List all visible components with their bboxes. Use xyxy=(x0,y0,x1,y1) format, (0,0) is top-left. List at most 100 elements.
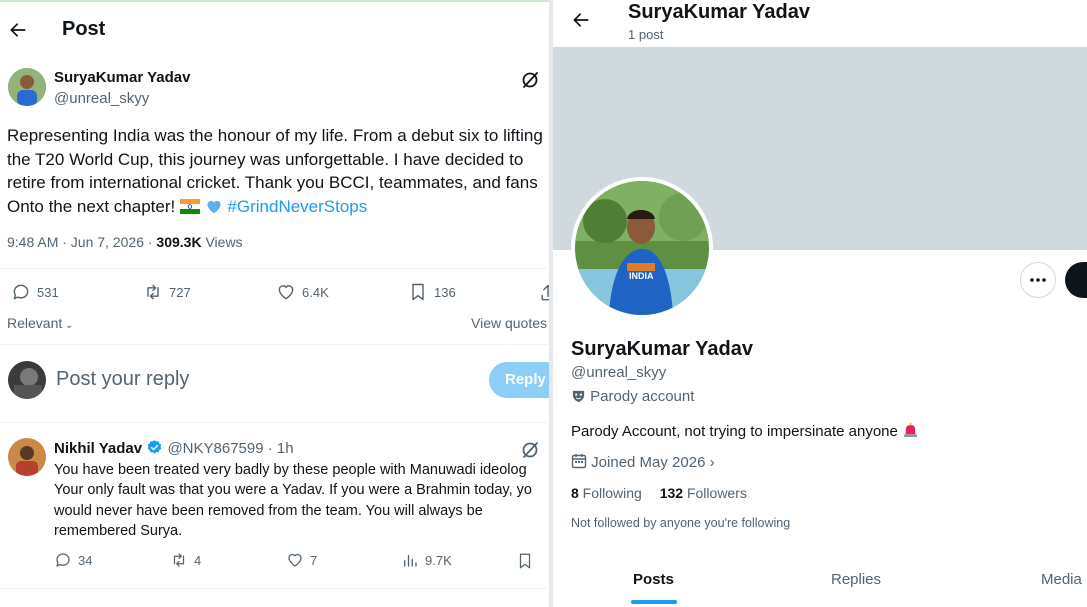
profile-handle: @unreal_skyy xyxy=(571,364,667,381)
reply-repost-action[interactable]: 4 xyxy=(170,551,201,569)
parody-mask-icon xyxy=(571,388,586,403)
chevron-right-icon: › xyxy=(709,454,715,471)
heart-icon xyxy=(278,285,294,300)
repost-icon xyxy=(147,284,159,300)
blue-heart-icon xyxy=(205,198,223,214)
not-followed-note: Not followed by anyone you're following xyxy=(571,516,791,530)
reply-header: Nikhil Yadav @NKY867599 · 1h xyxy=(54,439,294,457)
tab-posts[interactable]: Posts xyxy=(633,571,674,588)
joined-date[interactable]: Joined May 2026 › xyxy=(571,453,715,471)
bar-chart-icon xyxy=(404,554,417,567)
tweet-line: Representing India was the honour of my … xyxy=(7,126,543,145)
reply-action[interactable]: 531 xyxy=(11,282,59,302)
reply-author-avatar[interactable] xyxy=(8,438,46,476)
bookmark-icon xyxy=(519,553,531,569)
arrow-left-icon xyxy=(573,13,589,27)
arrow-left-icon xyxy=(10,23,26,37)
grok-button[interactable] xyxy=(520,70,540,90)
tab-media[interactable]: Media xyxy=(1041,571,1082,588)
heart-icon xyxy=(288,553,302,567)
divider xyxy=(0,422,549,423)
followers-label: Followers xyxy=(683,485,747,501)
tweet-line: Onto the next chapter! xyxy=(7,196,180,216)
tweet-timestamp[interactable]: 9:48 AM · Jun 7, 2026 · xyxy=(7,234,156,250)
chevron-down-icon: ⌄ xyxy=(62,320,74,331)
reply-handle-time[interactable]: @NKY867599 · 1h xyxy=(167,440,293,457)
tab-posts-underline xyxy=(631,600,677,604)
bookmark-action[interactable]: 136 xyxy=(408,282,456,302)
reply-views-count: 9.7K xyxy=(425,552,452,568)
tweet-line: the T20 World Cup, this journey was unfo… xyxy=(7,149,524,169)
author-handle[interactable]: @unreal_skyy xyxy=(54,90,149,107)
like-count: 6.4K xyxy=(302,284,329,300)
divider xyxy=(0,588,549,589)
more-button[interactable] xyxy=(1020,262,1056,298)
verified-badge-icon xyxy=(146,439,163,456)
share-icon xyxy=(541,284,549,301)
reply-count: 531 xyxy=(37,284,59,300)
siren-emoji-icon xyxy=(902,421,919,438)
my-avatar[interactable] xyxy=(8,361,46,399)
share-action[interactable] xyxy=(538,283,549,303)
parody-label: Parody account xyxy=(571,388,694,405)
following-label: Following xyxy=(578,485,642,501)
reply-line: remembered Surya. xyxy=(54,522,183,539)
reply-button[interactable]: Reply xyxy=(489,362,549,398)
page-title: Post xyxy=(62,18,106,40)
parody-text: Parody account xyxy=(590,388,695,405)
views-count: 309.3K xyxy=(156,234,202,250)
profile-post-count: 1 post xyxy=(628,27,664,42)
following-link[interactable]: 8 Following xyxy=(571,485,642,501)
repost-action[interactable]: 727 xyxy=(143,282,191,302)
svg-text:INDIA: INDIA xyxy=(629,271,654,281)
back-button[interactable] xyxy=(8,20,30,42)
author-display-name[interactable]: SuryaKumar Yadav xyxy=(54,69,190,86)
followers-count: 132 xyxy=(659,485,684,501)
hashtag-link[interactable]: #GrindNeverStops xyxy=(227,197,367,216)
india-flag-icon xyxy=(179,198,200,214)
grok-icon xyxy=(522,442,538,458)
reply-grok-button[interactable] xyxy=(520,440,540,460)
view-quotes-link[interactable]: View quotes xyxy=(471,315,547,331)
profile-display-name: SuryaKumar Yadav xyxy=(571,338,753,360)
reply-line: would never have been removed from the t… xyxy=(54,502,483,519)
reply-like-count: 7 xyxy=(310,552,318,568)
reply-input[interactable]: Post your reply xyxy=(56,368,189,391)
tweet-line: retire from international cricket. Thank… xyxy=(7,173,538,192)
joined-text: Joined May 2026 xyxy=(591,454,706,471)
reply-reply-count: 34 xyxy=(78,552,93,568)
reply-display-name[interactable]: Nikhil Yadav xyxy=(54,440,142,457)
profile-avatar[interactable]: INDIA xyxy=(571,177,713,319)
follow-button[interactable] xyxy=(1065,262,1087,298)
reply-text: You have been treated very badly by thes… xyxy=(54,460,532,541)
followers-link[interactable]: 132 Followers xyxy=(660,485,747,501)
profile-bio: Parody Account, not trying to impersinat… xyxy=(571,421,919,440)
reply-line: Your only fault was that you were a Yada… xyxy=(54,482,532,499)
speech-bubble-icon xyxy=(13,284,29,300)
sort-dropdown[interactable]: Relevant ⌄ xyxy=(7,315,73,331)
views-label: Views xyxy=(201,234,243,250)
like-action[interactable]: 6.4K xyxy=(276,282,329,302)
reply-bookmark-action[interactable] xyxy=(516,552,534,570)
divider xyxy=(0,268,549,269)
divider xyxy=(0,344,549,345)
reply-reply-action[interactable]: 34 xyxy=(54,551,92,569)
profile-header-name: SuryaKumar Yadav xyxy=(628,1,810,23)
bookmark-count: 136 xyxy=(434,284,456,300)
more-dots-icon xyxy=(1030,278,1046,282)
reply-repost-count: 4 xyxy=(194,552,202,568)
repost-count: 727 xyxy=(169,284,191,300)
back-button[interactable] xyxy=(571,10,593,32)
tweet-meta: 9:48 AM · Jun 7, 2026 · 309.3K Views xyxy=(7,234,243,250)
bio-text: Parody Account, not trying to impersinat… xyxy=(571,423,903,440)
profile-view-panel: SuryaKumar Yadav 1 post INDIA SuryaKumar… xyxy=(553,0,1087,607)
post-view-panel: Post SuryaKumar Yadav @unreal_skyy Repre… xyxy=(0,0,549,607)
author-avatar[interactable] xyxy=(8,68,46,106)
tab-replies[interactable]: Replies xyxy=(831,571,881,588)
reply-views-action[interactable]: 9.7K xyxy=(401,551,452,569)
grok-icon xyxy=(522,72,538,88)
speech-bubble-icon xyxy=(56,553,70,567)
tweet-text: Representing India was the honour of my … xyxy=(7,124,543,218)
reply-like-action[interactable]: 7 xyxy=(286,551,317,569)
sort-label: Relevant xyxy=(7,315,63,331)
